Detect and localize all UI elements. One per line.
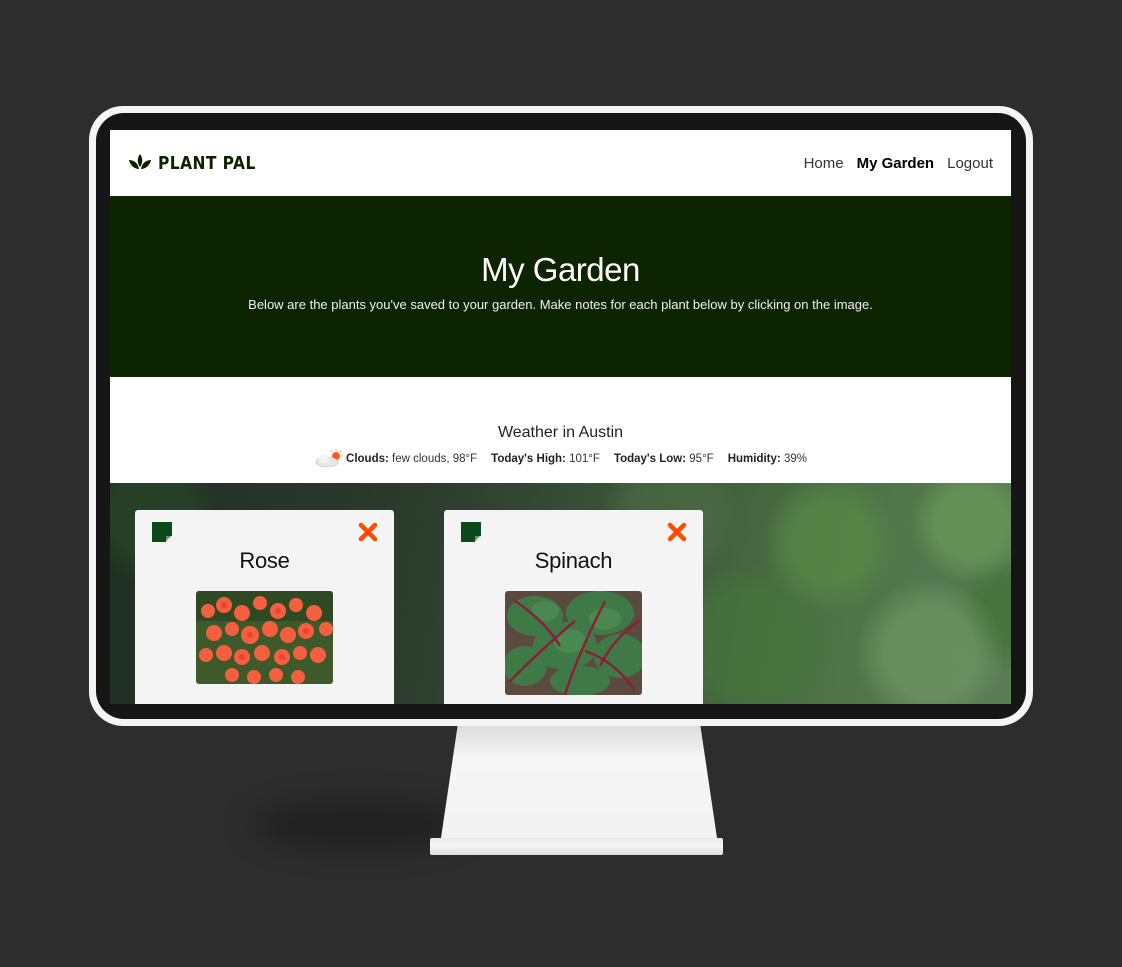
- monitor-base: [430, 838, 723, 855]
- plant-card: Rose: [135, 510, 394, 704]
- low-stat: Today's Low: 95°F: [614, 453, 714, 465]
- close-icon[interactable]: [667, 522, 687, 542]
- weather-details: Clouds: few clouds, 98°F Today's High: 1…: [110, 450, 1011, 468]
- navbar: PLANT PAL Home My Garden Logout: [110, 130, 1011, 196]
- browser-screen: PLANT PAL Home My Garden Logout My Garde…: [110, 130, 1011, 704]
- leaf-logo-icon: [129, 154, 151, 169]
- monitor-stand: [441, 726, 717, 838]
- page-title: My Garden: [481, 251, 640, 288]
- brand[interactable]: PLANT PAL: [128, 153, 272, 174]
- brand-name: PLANT PAL: [158, 152, 256, 174]
- humidity-label: Humidity:: [727, 453, 781, 465]
- clouds-label: Clouds:: [346, 453, 389, 465]
- low-value: 95°F: [689, 453, 714, 465]
- note-icon[interactable]: [151, 521, 173, 543]
- high-label: Today's High:: [491, 453, 566, 465]
- weather-heading: Weather in Austin: [497, 424, 624, 441]
- rose-image[interactable]: [196, 591, 333, 684]
- humidity-stat: Humidity: 39%: [728, 453, 807, 465]
- nav-my-garden-link[interactable]: My Garden: [857, 155, 935, 172]
- high-value: 101°F: [569, 453, 600, 465]
- plant-name: Rose: [239, 548, 290, 573]
- hero-banner: My Garden Below are the plants you've sa…: [110, 196, 1011, 377]
- note-icon[interactable]: [460, 521, 482, 543]
- clouds-stat: Clouds: few clouds, 98°F: [314, 450, 477, 468]
- low-label: Today's Low:: [613, 453, 687, 465]
- plant-name: Spinach: [534, 548, 613, 573]
- humidity-value: 39%: [783, 453, 807, 465]
- nav-logout-link[interactable]: Logout: [947, 155, 993, 172]
- spinach-image[interactable]: [505, 591, 642, 695]
- high-stat: Today's High: 101°F: [491, 453, 600, 465]
- garden-section: Rose Spinach: [110, 483, 1011, 704]
- page-subtitle: Below are the plants you've saved to you…: [248, 297, 873, 312]
- clouds-value: few clouds, 98°F: [392, 453, 478, 465]
- nav-home-link[interactable]: Home: [804, 155, 844, 172]
- partly-cloudy-icon: [314, 450, 344, 468]
- weather-panel: Weather in Austin Clouds: few clouds, 98…: [110, 377, 1011, 483]
- nav-links: Home My Garden Logout: [804, 155, 993, 172]
- plant-card: Spinach: [444, 510, 703, 704]
- close-icon[interactable]: [358, 522, 378, 542]
